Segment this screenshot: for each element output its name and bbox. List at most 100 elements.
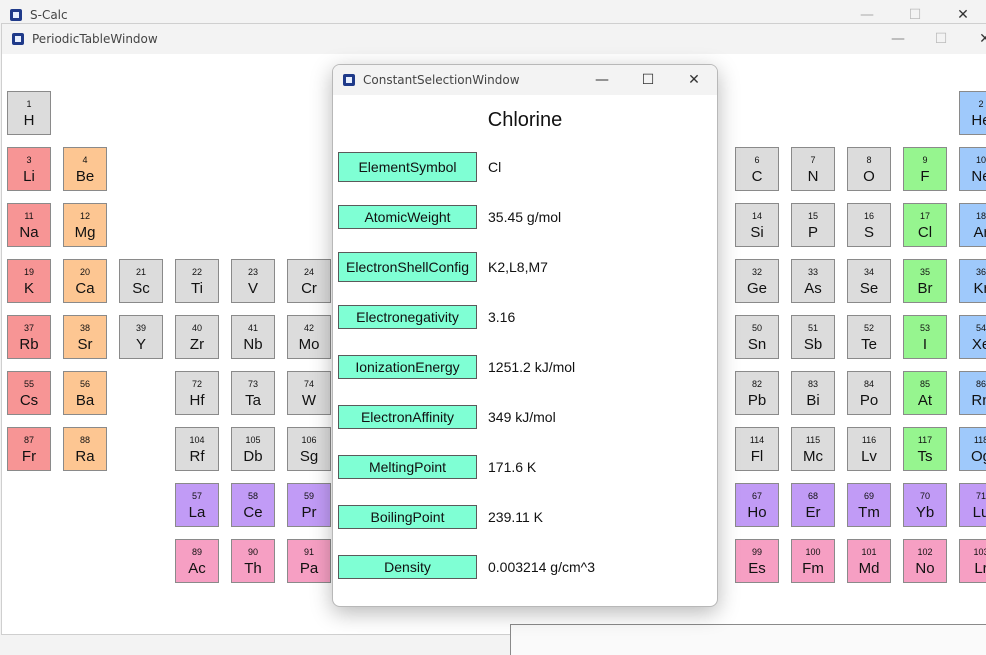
element-cell-db[interactable]: 105 Db — [231, 427, 275, 471]
element-cell-xe[interactable]: 54 Xe — [959, 315, 986, 359]
element-cell-mg[interactable]: 12 Mg — [63, 203, 107, 247]
atomic-number: 116 — [861, 435, 877, 445]
element-cell-f[interactable]: 9F — [903, 147, 947, 191]
element-cell-as[interactable]: 33 As — [791, 259, 835, 303]
element-cell-ta[interactable]: 73 Ta — [231, 371, 275, 415]
element-cell-nb[interactable]: 41 Nb — [231, 315, 275, 359]
element-cell-zr[interactable]: 40 Zr — [175, 315, 219, 359]
close-button[interactable]: ✕ — [671, 65, 717, 95]
element-cell-ho[interactable]: 67 Ho — [735, 483, 779, 527]
element-cell-cs[interactable]: 55 Cs — [7, 371, 51, 415]
minimize-button[interactable]: — — [875, 24, 921, 54]
element-cell-k[interactable]: 19 K — [7, 259, 51, 303]
element-cell-yb[interactable]: 70 Yb — [903, 483, 947, 527]
element-cell-si[interactable]: 14 Si — [735, 203, 779, 247]
element-symbol: Og — [970, 448, 986, 465]
app-icon — [10, 9, 22, 21]
element-cell-s[interactable]: 16 S — [847, 203, 891, 247]
element-cell-c[interactable]: 6C — [735, 147, 779, 191]
property-button-ionizationenergy[interactable]: IonizationEnergy — [338, 355, 477, 379]
element-cell-fl[interactable]: 114 Fl — [735, 427, 779, 471]
element-cell-i[interactable]: 53 I — [903, 315, 947, 359]
element-cell-y[interactable]: 39 Y — [119, 315, 163, 359]
element-cell-hf[interactable]: 72 Hf — [175, 371, 219, 415]
element-cell-pr[interactable]: 59 Pr — [287, 483, 331, 527]
element-cell-fr[interactable]: 87 Fr — [7, 427, 51, 471]
element-cell-lr[interactable]: 103 Lr — [959, 539, 986, 583]
element-cell-ar[interactable]: 18 Ar — [959, 203, 986, 247]
property-button-electronegativity[interactable]: Electronegativity — [338, 305, 477, 329]
element-symbol: Rn — [971, 392, 986, 409]
element-cell-ce[interactable]: 58 Ce — [231, 483, 275, 527]
element-cell-o[interactable]: 8O — [847, 147, 891, 191]
element-cell-lv[interactable]: 116 Lv — [847, 427, 891, 471]
element-cell-te[interactable]: 52 Te — [847, 315, 891, 359]
element-cell-fm[interactable]: 100 Fm — [791, 539, 835, 583]
element-cell-at[interactable]: 85 At — [903, 371, 947, 415]
element-cell-w[interactable]: 74 W — [287, 371, 331, 415]
element-symbol: H — [23, 112, 35, 129]
element-cell-kr[interactable]: 36 Kr — [959, 259, 986, 303]
property-button-density[interactable]: Density — [338, 555, 477, 579]
element-cell-h[interactable]: 1H — [7, 91, 51, 135]
element-cell-n[interactable]: 7N — [791, 147, 835, 191]
element-cell-cr[interactable]: 24 Cr — [287, 259, 331, 303]
element-cell-pa[interactable]: 91 Pa — [287, 539, 331, 583]
element-cell-md[interactable]: 101 Md — [847, 539, 891, 583]
maximize-button[interactable]: ☐ — [918, 24, 964, 54]
element-cell-p[interactable]: 15 P — [791, 203, 835, 247]
element-symbol: Se — [859, 280, 879, 297]
element-cell-se[interactable]: 34 Se — [847, 259, 891, 303]
property-button-electronaffinity[interactable]: ElectronAffinity — [338, 405, 477, 429]
element-cell-th[interactable]: 90 Th — [231, 539, 275, 583]
element-cell-v[interactable]: 23 V — [231, 259, 275, 303]
element-symbol: At — [917, 392, 933, 409]
maximize-button[interactable]: ☐ — [625, 65, 671, 95]
element-cell-ge[interactable]: 32 Ge — [735, 259, 779, 303]
element-cell-er[interactable]: 68 Er — [791, 483, 835, 527]
property-value-atomicweight: 35.45 g/mol — [488, 209, 562, 225]
atomic-number: 11 — [24, 211, 34, 221]
element-cell-po[interactable]: 84 Po — [847, 371, 891, 415]
element-cell-he[interactable]: 2 He — [959, 91, 986, 135]
element-cell-ca[interactable]: 20 Ca — [63, 259, 107, 303]
element-cell-rf[interactable]: 104 Rf — [175, 427, 219, 471]
element-cell-rb[interactable]: 37 Rb — [7, 315, 51, 359]
close-button[interactable]: ✕ — [962, 24, 986, 54]
element-cell-ac[interactable]: 89 Ac — [175, 539, 219, 583]
element-cell-es[interactable]: 99 Es — [735, 539, 779, 583]
element-symbol: Ta — [245, 392, 261, 409]
element-cell-cl[interactable]: 17 Cl — [903, 203, 947, 247]
property-button-elementsymbol[interactable]: ElementSymbol — [338, 152, 477, 182]
element-cell-be[interactable]: 4 Be — [63, 147, 107, 191]
minimize-button[interactable]: — — [579, 65, 625, 95]
element-cell-ti[interactable]: 22 Ti — [175, 259, 219, 303]
element-cell-na[interactable]: 11 Na — [7, 203, 51, 247]
element-cell-ne[interactable]: 10 Ne — [959, 147, 986, 191]
element-cell-mc[interactable]: 115 Mc — [791, 427, 835, 471]
element-cell-ra[interactable]: 88 Ra — [63, 427, 107, 471]
element-cell-sr[interactable]: 38 Sr — [63, 315, 107, 359]
element-cell-sc[interactable]: 21 Sc — [119, 259, 163, 303]
element-cell-sn[interactable]: 50 Sn — [735, 315, 779, 359]
element-cell-sb[interactable]: 51 Sb — [791, 315, 835, 359]
element-cell-og[interactable]: 118 Og — [959, 427, 986, 471]
element-cell-no[interactable]: 102 No — [903, 539, 947, 583]
property-button-boilingpoint[interactable]: BoilingPoint — [338, 505, 477, 529]
property-button-electronshellconfig[interactable]: ElectronShellConfig — [338, 252, 477, 282]
property-button-meltingpoint[interactable]: MeltingPoint — [338, 455, 477, 479]
property-button-atomicweight[interactable]: AtomicWeight — [338, 205, 477, 229]
element-cell-lu[interactable]: 71 Lu — [959, 483, 986, 527]
element-cell-ts[interactable]: 117 Ts — [903, 427, 947, 471]
element-cell-tm[interactable]: 69 Tm — [847, 483, 891, 527]
element-cell-li[interactable]: 3 Li — [7, 147, 51, 191]
atomic-number: 34 — [863, 267, 874, 277]
element-cell-ba[interactable]: 56 Ba — [63, 371, 107, 415]
element-cell-br[interactable]: 35 Br — [903, 259, 947, 303]
element-cell-bi[interactable]: 83 Bi — [791, 371, 835, 415]
element-cell-mo[interactable]: 42 Mo — [287, 315, 331, 359]
element-cell-rn[interactable]: 86 Rn — [959, 371, 986, 415]
element-cell-sg[interactable]: 106 Sg — [287, 427, 331, 471]
element-cell-la[interactable]: 57 La — [175, 483, 219, 527]
element-cell-pb[interactable]: 82 Pb — [735, 371, 779, 415]
